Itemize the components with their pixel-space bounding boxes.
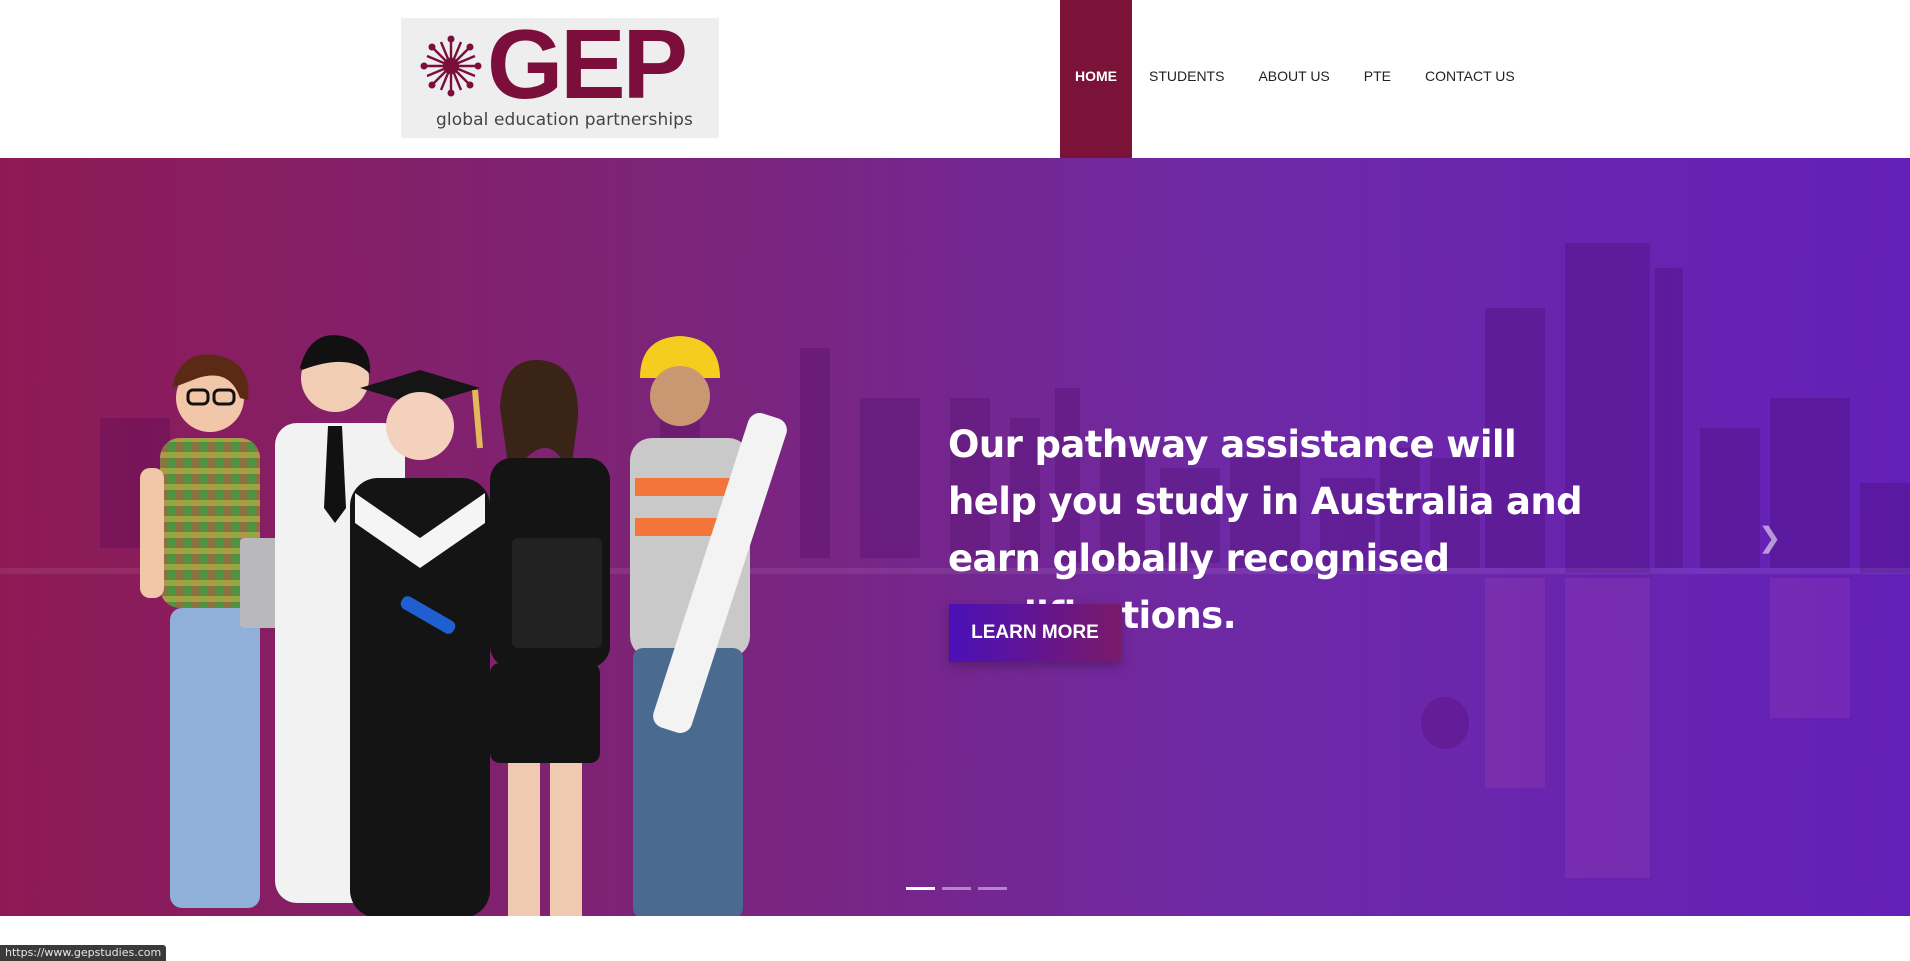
nav-students[interactable]: STUDENTS: [1132, 0, 1241, 158]
main-nav: HOME STUDENTS ABOUT US PTE CONTACT US: [1060, 0, 1532, 158]
logo-tagline: global education partnerships: [436, 110, 693, 130]
slide-dot-3[interactable]: [978, 887, 1007, 890]
nav-about-us[interactable]: ABOUT US: [1241, 0, 1346, 158]
hero-slider: Our pathway assistance will help you stu…: [0, 158, 1910, 916]
status-bar-url: https://www.gepstudies.com: [0, 945, 167, 961]
site-header: GEP global education partnerships HOME S…: [0, 0, 1910, 158]
slide-dot-1[interactable]: [906, 887, 935, 890]
learn-more-button[interactable]: LEARN MORE: [949, 604, 1121, 662]
nav-pte[interactable]: PTE: [1347, 0, 1408, 158]
students-group-image: [140, 335, 787, 916]
flower-icon: [420, 35, 482, 97]
logo-wordmark: GEP: [487, 9, 688, 119]
slider-pagination: [906, 887, 1007, 890]
chevron-right-icon[interactable]: ❯: [1758, 523, 1781, 553]
site-logo[interactable]: GEP global education partnerships: [401, 14, 719, 138]
nav-contact-us[interactable]: CONTACT US: [1408, 0, 1532, 158]
slide-dot-2[interactable]: [942, 887, 971, 890]
nav-home[interactable]: HOME: [1060, 0, 1132, 158]
